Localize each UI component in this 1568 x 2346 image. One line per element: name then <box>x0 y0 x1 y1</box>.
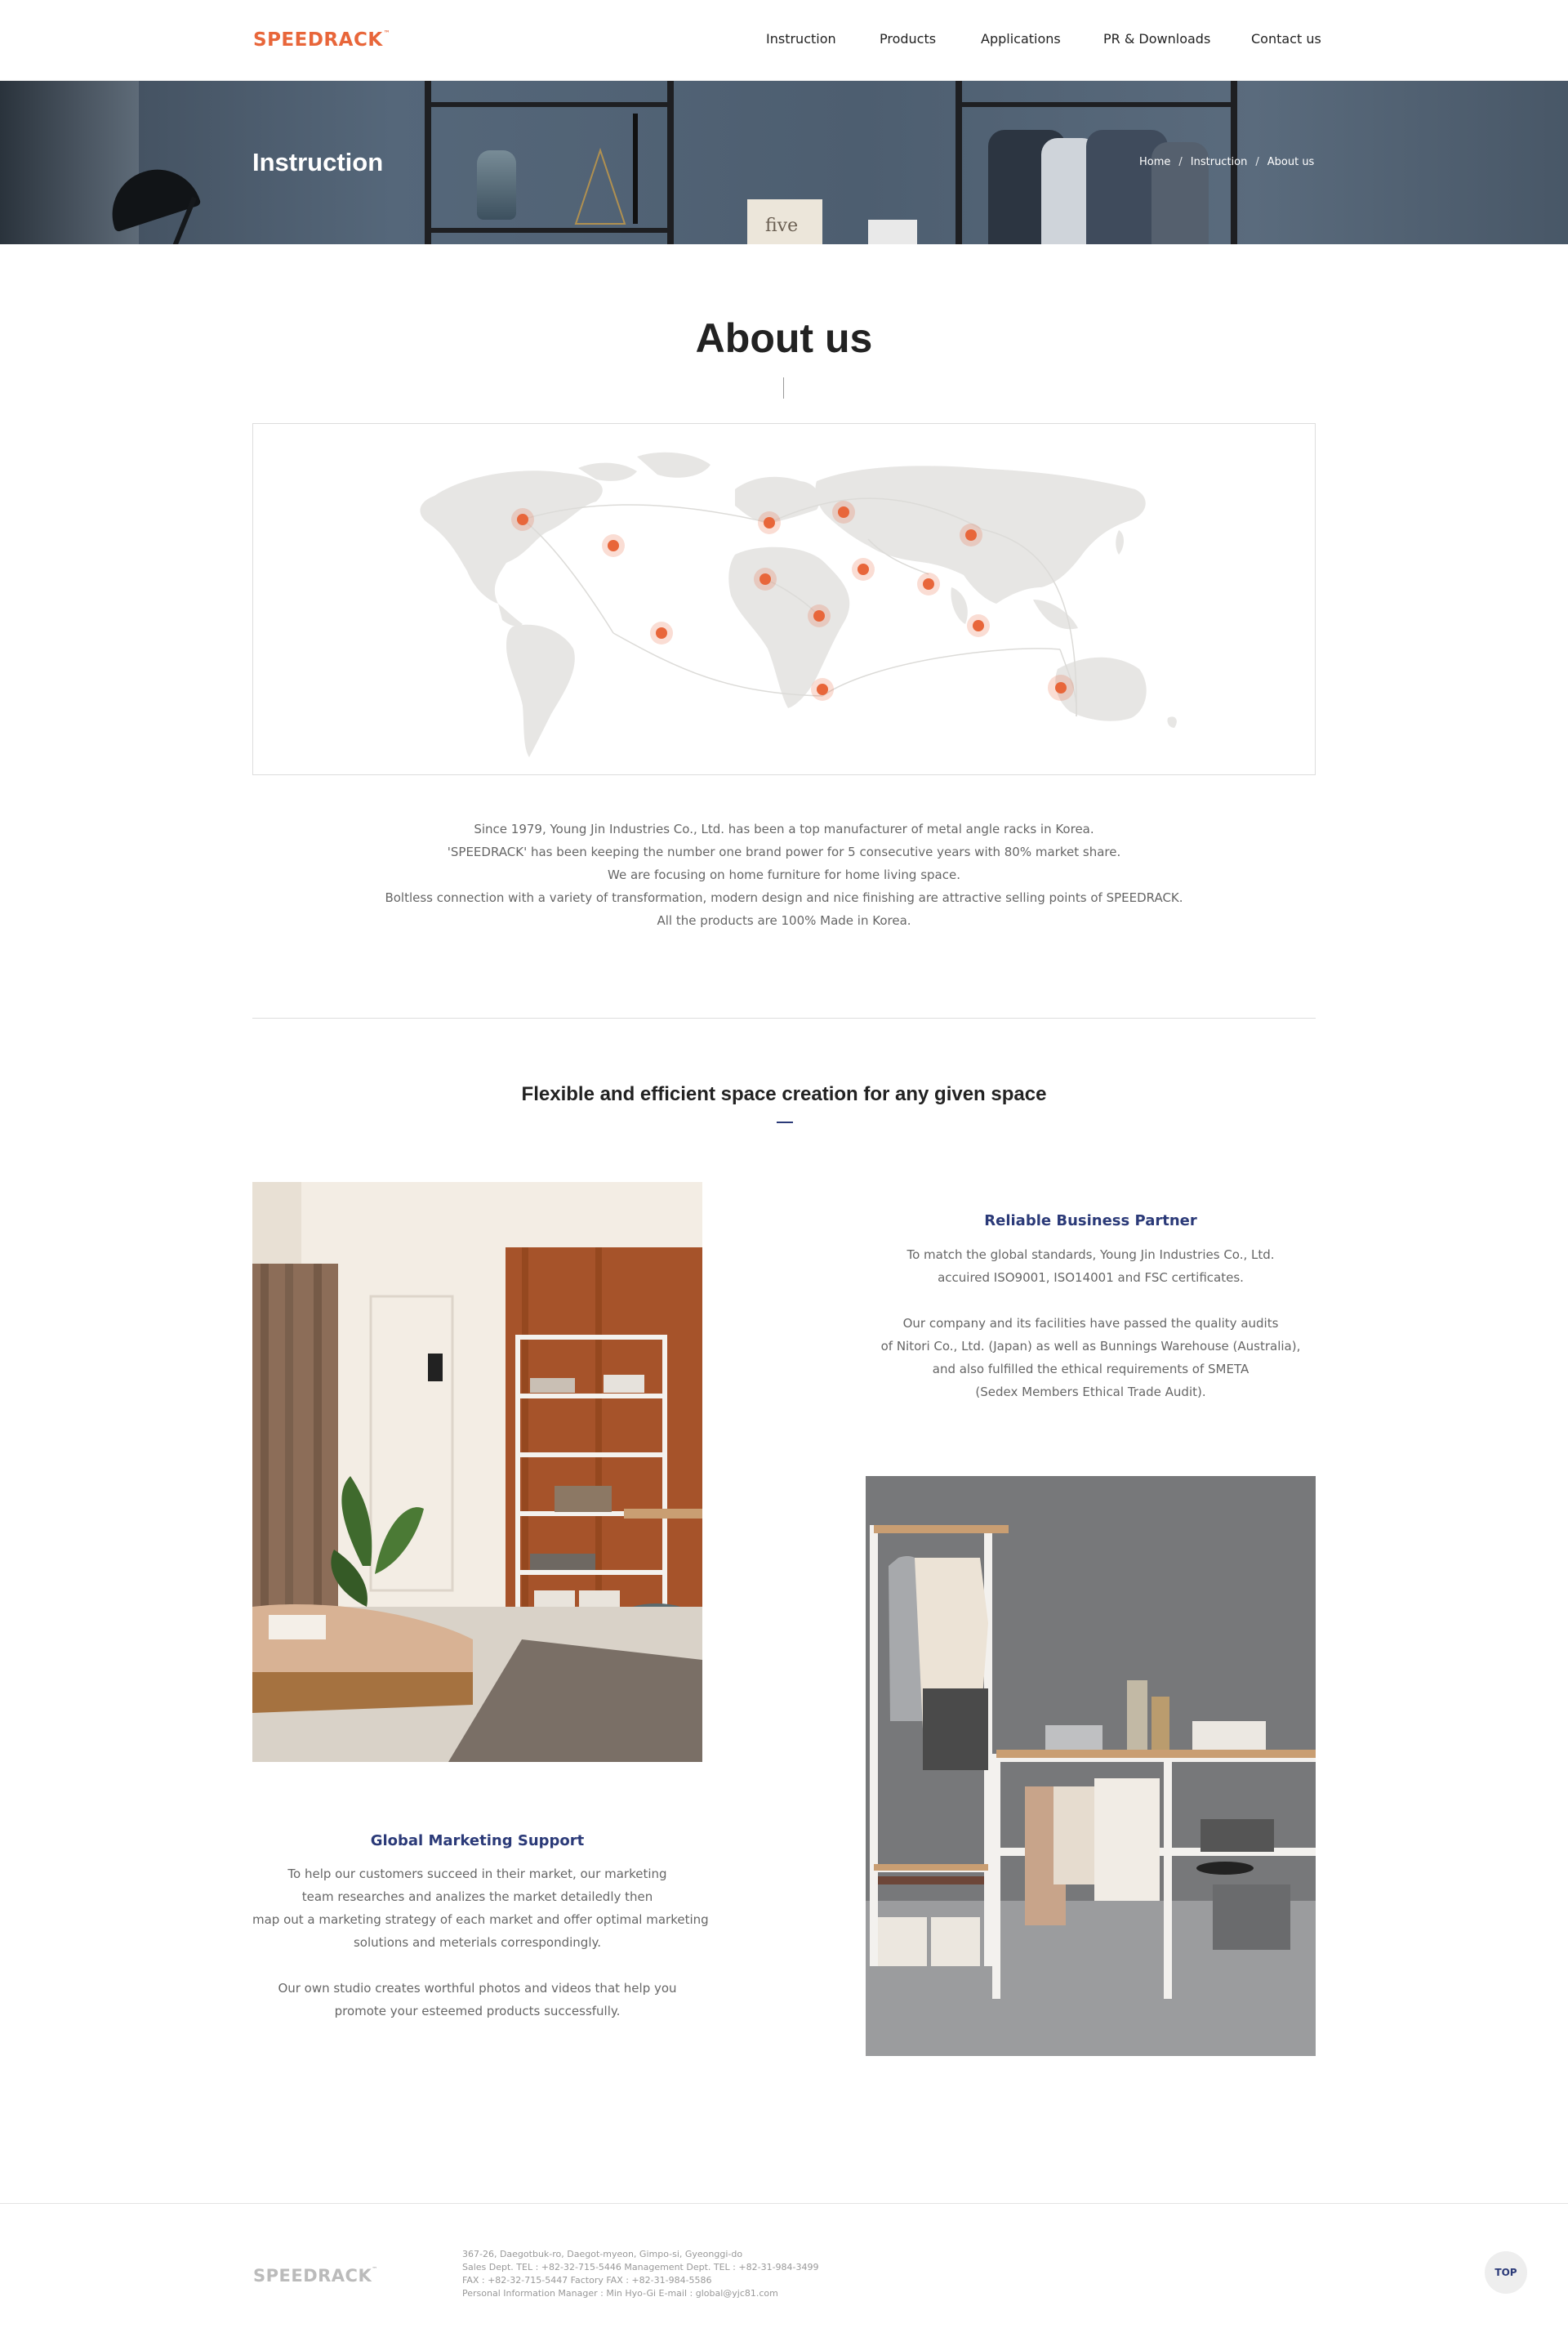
page-banner: five Instruction Home / Instruction / Ab… <box>0 81 1568 244</box>
reliable-line: (Sedex Members Ethical Trade Audit). <box>975 1385 1206 1399</box>
brand-logo-text: SPEEDRACK <box>253 29 383 51</box>
footer-contact-info: 367-26, Daegotbuk-ro, Daegot-myeon, Gimp… <box>462 2248 819 2300</box>
reliable-line <box>866 1289 1316 1312</box>
footer-logo-text: SPEEDRACK <box>253 2266 372 2286</box>
marketing-line: solutions and meterials correspondingly. <box>353 1935 601 1950</box>
marketing-line: promote your esteemed products successfu… <box>334 2004 621 2018</box>
marketing-line: To help our customers succeed in their m… <box>287 1867 667 1881</box>
banner-vase <box>477 150 516 220</box>
nav-contact-us[interactable]: Contact us <box>1251 31 1321 47</box>
breadcrumb-separator: / <box>1255 156 1259 168</box>
about-line: Boltless connection with a variety of tr… <box>385 890 1183 905</box>
breadcrumb-separator: / <box>1178 156 1183 168</box>
about-title: About us <box>695 315 873 361</box>
marketing-support-text: To help our customers succeed in their m… <box>252 1862 709 2023</box>
about-line: Since 1979, Young Jin Industries Co., Lt… <box>474 822 1094 836</box>
footer-fax: FAX : +82-32-715-5447 Factory FAX : +82-… <box>462 2275 712 2286</box>
banner-candle <box>633 114 638 224</box>
footer-logo[interactable]: SPEEDRACK™ <box>253 2266 378 2286</box>
world-map <box>252 423 1316 775</box>
breadcrumb-current: About us <box>1267 156 1315 168</box>
brand-logo[interactable]: SPEEDRACK™ <box>253 29 390 51</box>
reliable-line: accuired ISO9001, ISO14001 and FSC certi… <box>938 1270 1244 1285</box>
footer-logo-tm: ™ <box>372 2266 378 2272</box>
footer-address: 367-26, Daegotbuk-ro, Daegot-myeon, Gimp… <box>462 2249 743 2259</box>
reliable-line: of Nitori Co., Ltd. (Japan) as well as B… <box>880 1339 1301 1354</box>
space-section-rule <box>777 1122 793 1123</box>
world-map-graphic <box>420 452 1177 757</box>
about-line: All the products are 100% Made in Korea. <box>657 913 911 928</box>
breadcrumb: Home / Instruction / About us <box>1139 156 1314 168</box>
space-section-title: Flexible and efficient space creation fo… <box>521 1083 1047 1105</box>
about-line: 'SPEEDRACK' has been keeping the number … <box>447 845 1121 859</box>
about-line: We are focusing on home furniture for ho… <box>608 867 960 882</box>
banner-card: five <box>747 199 822 244</box>
banner-card-text: five <box>765 216 799 236</box>
nav-instruction[interactable]: Instruction <box>766 31 836 47</box>
nav-applications[interactable]: Applications <box>981 31 1061 47</box>
marketing-line <box>252 1954 702 1977</box>
about-description: Since 1979, Young Jin Industries Co., Lt… <box>253 818 1315 932</box>
breadcrumb-instruction[interactable]: Instruction <box>1191 156 1248 168</box>
marketing-line: Our own studio creates worthful photos a… <box>278 1981 677 1996</box>
reliable-line: and also fulfilled the ethical requireme… <box>932 1362 1250 1376</box>
section-divider <box>252 1018 1316 1019</box>
reliable-partner-text: To match the global standards, Young Jin… <box>866 1243 1316 1403</box>
marketing-support-heading: Global Marketing Support <box>370 1832 585 1849</box>
nav-products[interactable]: Products <box>880 31 936 47</box>
bedroom-shelf-photo <box>252 1182 702 1762</box>
reliable-line: To match the global standards, Young Jin… <box>906 1247 1275 1262</box>
reliable-partner-heading: Reliable Business Partner <box>984 1212 1197 1229</box>
breadcrumb-home[interactable]: Home <box>1139 156 1170 168</box>
banner-decor-triangle <box>574 147 626 225</box>
page-title: Instruction <box>252 148 384 176</box>
marketing-line: map out a marketing strategy of each mar… <box>252 1912 709 1927</box>
brand-logo-tm: ™ <box>383 29 391 37</box>
banner-shelf-line <box>425 228 674 233</box>
about-title-rule <box>783 377 784 399</box>
site-header: SPEEDRACK™ Instruction Products Applicat… <box>0 0 1568 81</box>
marketing-line: team researches and analizes the market … <box>301 1889 653 1904</box>
footer-phone: Sales Dept. TEL : +82-32-715-5446 Manage… <box>462 2262 819 2272</box>
banner-book <box>868 220 917 244</box>
banner-shelf-line <box>425 102 674 107</box>
footer-manager: Personal Information Manager : Min Hyo-G… <box>462 2288 778 2299</box>
scroll-top-button[interactable]: TOP <box>1485 2251 1527 2294</box>
reliable-line: Our company and its facilities have pass… <box>902 1316 1279 1331</box>
nav-pr-downloads[interactable]: PR & Downloads <box>1103 31 1210 47</box>
closet-rack-photo <box>866 1476 1316 2056</box>
banner-rack-rail <box>956 102 1237 107</box>
